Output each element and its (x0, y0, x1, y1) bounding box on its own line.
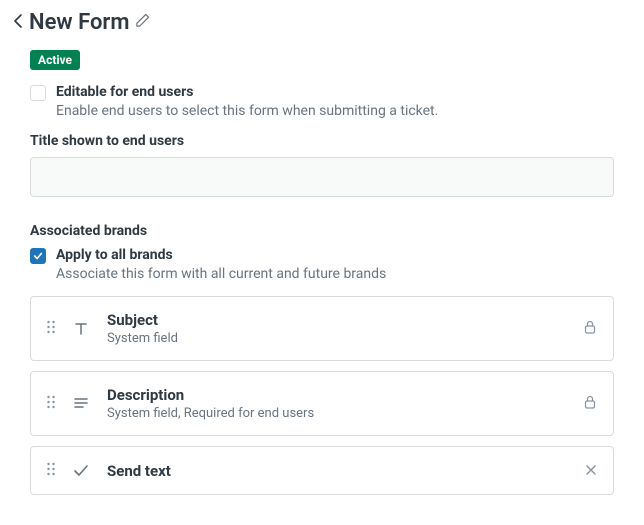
editable-label: Editable for end users (56, 84, 193, 100)
field-subtitle: System field (107, 331, 567, 346)
form-field-subject[interactable]: Subject System field (30, 296, 614, 361)
lock-icon (583, 319, 597, 338)
editable-checkbox[interactable] (30, 85, 46, 101)
lock-icon (583, 394, 597, 413)
apply-all-brands-checkbox[interactable] (30, 248, 46, 264)
multiline-type-icon (71, 396, 91, 412)
title-input-label: Title shown to end users (30, 133, 614, 149)
field-text: Send text (107, 462, 569, 480)
apply-all-brands-label: Apply to all brands (56, 247, 173, 263)
field-text: Description System field, Required for e… (107, 386, 567, 421)
page-header: New Form (0, 10, 644, 35)
close-icon[interactable] (585, 461, 597, 480)
editable-description: Enable end users to select this form whe… (56, 103, 614, 119)
brands-label: Associated brands (30, 223, 614, 239)
title-input[interactable] (30, 157, 614, 197)
field-subtitle: System field, Required for end users (107, 406, 567, 421)
text-type-icon (71, 321, 91, 337)
field-title: Description (107, 386, 567, 404)
editable-checkbox-row: Editable for end users (30, 84, 614, 101)
drag-handle-icon[interactable] (47, 394, 55, 413)
apply-all-brands-row: Apply to all brands (30, 247, 614, 264)
apply-all-brands-description: Associate this form with all current and… (56, 266, 614, 282)
pencil-icon[interactable] (135, 13, 150, 32)
status-badge: Active (30, 50, 80, 70)
chevron-left-icon[interactable] (14, 13, 23, 32)
check-type-icon (71, 463, 91, 479)
field-text: Subject System field (107, 311, 567, 346)
form-field-send-text[interactable]: Send text (30, 446, 614, 495)
page-title: New Form (29, 10, 129, 35)
drag-handle-icon[interactable] (47, 461, 55, 480)
field-title: Send text (107, 462, 569, 480)
drag-handle-icon[interactable] (47, 319, 55, 338)
field-title: Subject (107, 311, 567, 329)
form-field-description[interactable]: Description System field, Required for e… (30, 371, 614, 436)
